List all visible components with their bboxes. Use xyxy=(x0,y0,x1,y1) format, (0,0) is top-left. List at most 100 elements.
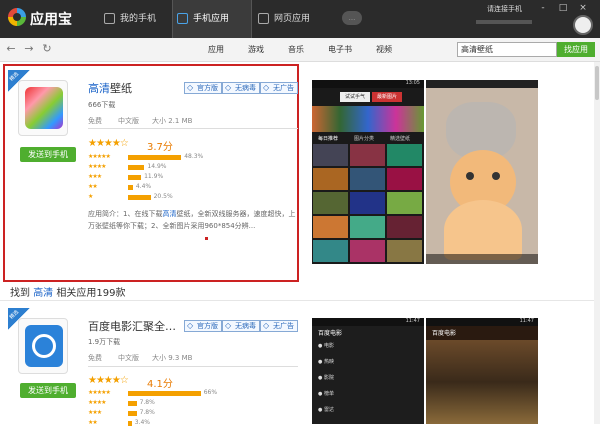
rating-row-stars: ★★★★ xyxy=(88,163,106,170)
title-bar: 应用宝 我的手机 手机应用 网页应用 ... 请连接手机 - □ × xyxy=(0,0,600,38)
wallpaper-thumbnail xyxy=(350,144,385,166)
language-label: 中文版 xyxy=(118,117,139,125)
kitten-eye xyxy=(492,172,500,180)
title-highlight: 高清 xyxy=(88,82,110,95)
search-input[interactable]: 高清壁纸 xyxy=(457,42,557,57)
no-ads-badge: 无广告 xyxy=(260,82,298,94)
app-screenshot-2[interactable] xyxy=(426,80,538,264)
picks-label: 精选壁纸 xyxy=(390,136,411,142)
title-rest: 壁纸 xyxy=(110,82,132,95)
rating-percent: 3.4% xyxy=(134,419,150,426)
rating-row: ★ 20.5% xyxy=(88,193,208,202)
rating-row: ★★ 4.4% xyxy=(88,183,208,192)
send-to-phone-button[interactable]: 发送到手机 xyxy=(20,383,76,398)
app-title[interactable]: 高清壁纸 xyxy=(88,80,132,96)
official-badge: 官方版 xyxy=(184,82,222,94)
no-virus-badge: 无病毒 xyxy=(222,320,260,332)
app-icon[interactable] xyxy=(18,80,68,136)
category-ebooks[interactable]: 电子书 xyxy=(328,44,352,55)
tab-my-phone[interactable]: 我的手机 xyxy=(100,0,172,38)
brand-name: 应用宝 xyxy=(30,12,72,28)
app-screenshot-2[interactable]: 11:47 百度电影 xyxy=(426,318,538,424)
device-status[interactable]: 请连接手机 xyxy=(487,4,522,14)
minimize-button[interactable]: - xyxy=(536,3,550,13)
screen-title: 百度电影 xyxy=(432,330,457,337)
app-icon[interactable] xyxy=(18,318,68,374)
rating-percent: 11.9% xyxy=(144,173,164,180)
rating-row: ★★★ 11.9% xyxy=(88,173,208,182)
tab-lucky: 试试手气 xyxy=(340,92,370,102)
rating-bar xyxy=(128,411,137,416)
download-count: 666下载 xyxy=(88,101,116,109)
tab-web-apps[interactable]: 网页应用 xyxy=(254,0,334,38)
category-music[interactable]: 音乐 xyxy=(288,44,304,55)
category-label: 图片分类 xyxy=(354,136,375,142)
app-screenshot-1[interactable]: 11:47 百度电影 ● 电影 ● 热映 ● 影院 ● 榜单 ● 雷达 xyxy=(312,318,424,424)
nav-toolbar: ← → ↻ 应用 游戏 音乐 电子书 视频 高清壁纸 找应用 xyxy=(0,38,600,62)
wallpaper-thumbnail xyxy=(350,216,385,238)
avatar[interactable] xyxy=(573,15,593,35)
film-reel-icon xyxy=(32,334,56,358)
rating-bar xyxy=(128,155,182,160)
rating-row-stars: ★★ xyxy=(88,419,98,426)
cursor-dot xyxy=(205,237,208,240)
desc-highlight: 高清 xyxy=(162,210,177,218)
rating-bar xyxy=(128,185,133,190)
screen-menu-item: ● 雷达 xyxy=(318,407,334,413)
tab-latest: 最新图片 xyxy=(372,92,402,102)
viewer-bar xyxy=(426,254,538,264)
rating-bar xyxy=(128,175,142,180)
category-apps[interactable]: 应用 xyxy=(208,44,224,55)
no-virus-badge: 无病毒 xyxy=(222,82,260,94)
rating-bar xyxy=(128,401,137,406)
rating-score: 3.7分 xyxy=(147,142,173,153)
rating-row-stars: ★★★ xyxy=(88,173,102,180)
close-button[interactable]: × xyxy=(576,3,590,13)
rating-percent: 20.5% xyxy=(153,193,173,200)
rating-stars: ★★★★☆ xyxy=(88,375,129,386)
kitten-eye xyxy=(466,172,474,180)
refresh-icon[interactable]: ↻ xyxy=(40,42,54,56)
search-button[interactable]: 找应用 xyxy=(557,42,595,57)
result-count: 找到 高清 相关应用199款 xyxy=(10,284,125,299)
daily-label: 每日推荐 xyxy=(318,136,339,142)
send-to-phone-button[interactable]: 发送到手机 xyxy=(20,147,76,162)
tab-phone-apps[interactable]: 手机应用 xyxy=(172,0,252,38)
screen-menu-item: ● 热映 xyxy=(318,359,334,365)
rating-row: ★★★★ 7.8% xyxy=(88,399,208,408)
tab-label: 网页应用 xyxy=(274,14,311,24)
wallpaper-thumbnail xyxy=(350,168,385,190)
wallpaper-thumbnail xyxy=(387,144,422,166)
status-bar xyxy=(426,80,538,88)
desc-suffix: 壁纸，全新双线服务器，速度超快，上 xyxy=(176,210,296,218)
scrollbar-thumb[interactable] xyxy=(595,66,599,100)
rating-percent: 7.8% xyxy=(139,409,155,416)
wallpaper-thumbnail xyxy=(313,216,348,238)
maximize-button[interactable]: □ xyxy=(556,3,570,13)
divider xyxy=(88,128,298,129)
rating-score: 4.1分 xyxy=(147,379,173,390)
screen-menu-item: ● 榜单 xyxy=(318,391,334,397)
status-time: 11:47 xyxy=(519,318,534,324)
rating-stars: ★★★★☆ xyxy=(88,138,129,149)
app-screenshot-1[interactable]: 13:05 试试手气 最新图片 每日推荐 图片分类 精选壁纸 xyxy=(312,80,424,264)
category-games[interactable]: 游戏 xyxy=(248,44,264,55)
title-rest: 百度电影汇聚全… xyxy=(88,320,176,333)
back-icon[interactable]: ← xyxy=(4,42,18,56)
category-video[interactable]: 视频 xyxy=(376,44,392,55)
notification-pill[interactable]: ... xyxy=(342,11,362,25)
app-title[interactable]: 百度电影汇聚全… xyxy=(88,318,176,334)
wallpaper-thumbnail xyxy=(313,168,348,190)
wallpaper-thumbnail xyxy=(313,144,348,166)
rating-percent: 48.3% xyxy=(184,153,204,160)
forward-icon[interactable]: → xyxy=(22,42,36,56)
rating-row-stars: ★★★★ xyxy=(88,399,106,406)
price-label: 免费 xyxy=(88,117,102,125)
wallpaper-thumbnail xyxy=(387,216,422,238)
rating-row: ★★★★★ 48.3% xyxy=(88,153,208,162)
rating-percent: 4.4% xyxy=(135,183,152,190)
language-label: 中文版 xyxy=(118,354,139,362)
scrollbar[interactable] xyxy=(594,62,600,424)
rating-percent: 14.9% xyxy=(147,163,167,170)
tab-label: 手机应用 xyxy=(193,14,230,24)
